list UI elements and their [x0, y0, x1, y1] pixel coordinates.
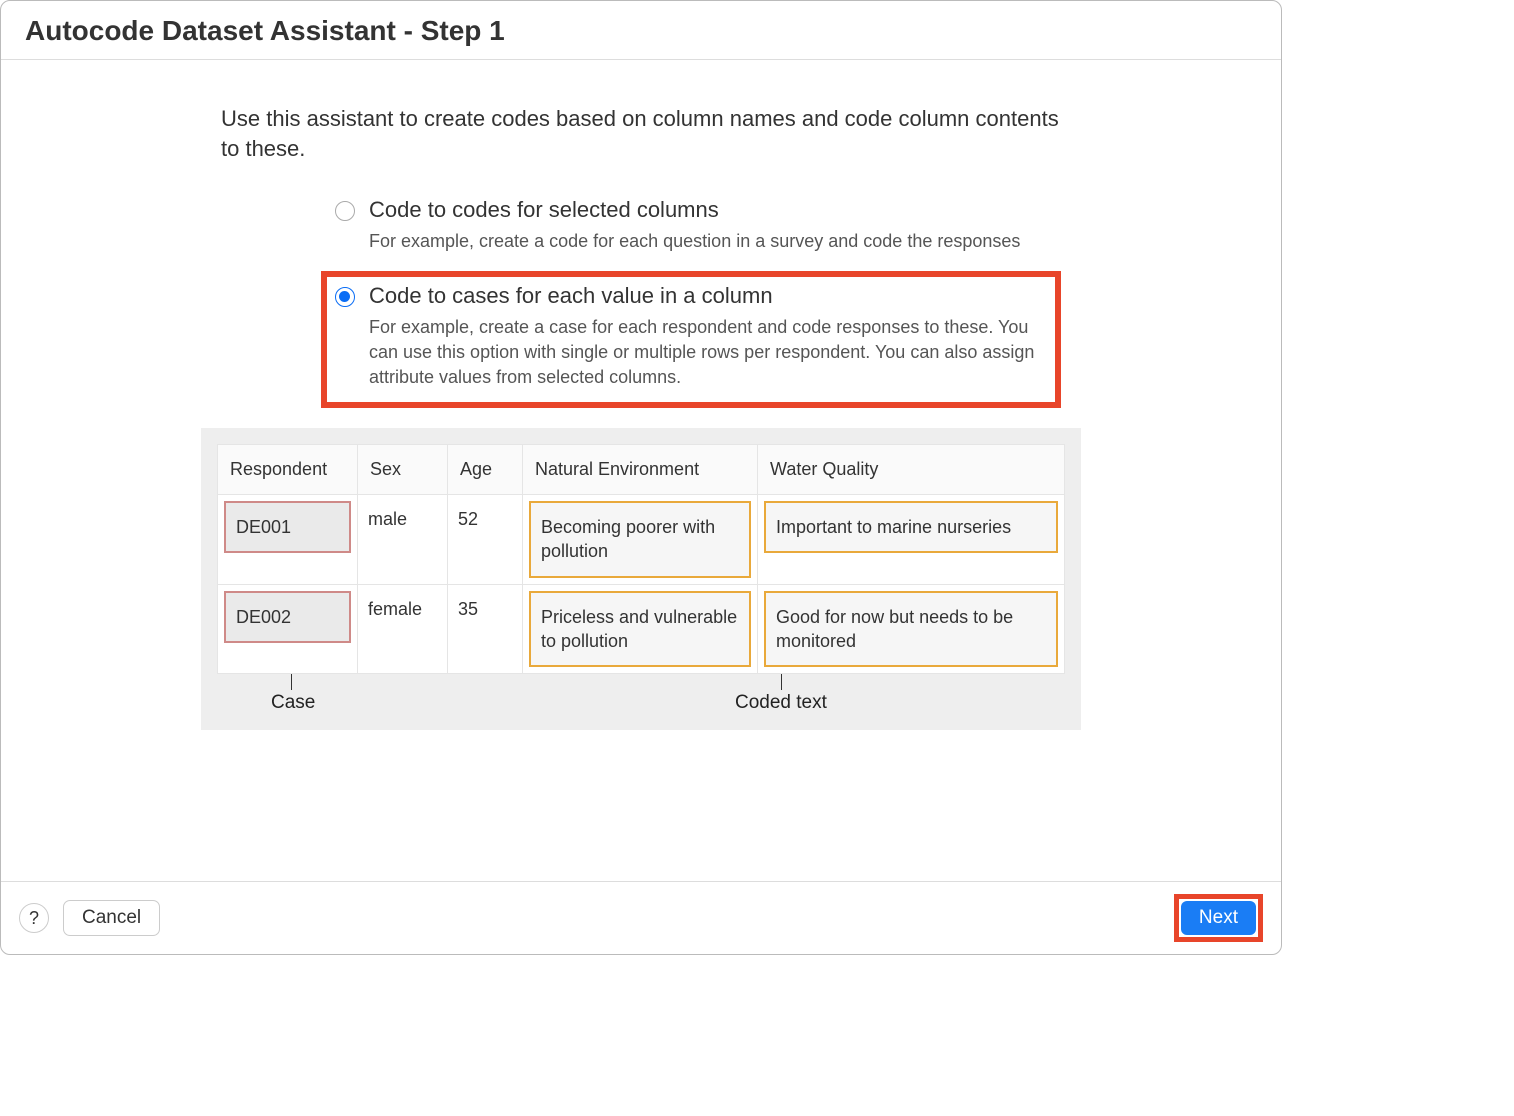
- col-water-quality: Water Quality: [758, 445, 1065, 495]
- help-button[interactable]: ?: [19, 903, 49, 933]
- tick-line-icon: [291, 674, 292, 690]
- col-age: Age: [448, 445, 523, 495]
- option-desc: For example, create a case for each resp…: [369, 317, 1034, 387]
- next-button[interactable]: Next: [1181, 901, 1256, 935]
- content-area: Use this assistant to create codes based…: [1, 60, 1281, 881]
- table-header-row: Respondent Sex Age Natural Environment W…: [218, 445, 1065, 495]
- label-coded-text: Coded text: [735, 692, 827, 714]
- dialog-window: Autocode Dataset Assistant - Step 1 Use …: [0, 0, 1282, 955]
- col-respondent: Respondent: [218, 445, 358, 495]
- cell-age: 35: [448, 584, 523, 674]
- cell-sex: male: [358, 495, 448, 585]
- col-sex: Sex: [358, 445, 448, 495]
- table-row: DE002 female 35 Priceless and vulnerable…: [218, 584, 1065, 674]
- footer: ? Cancel Next: [1, 881, 1281, 954]
- option-text: Code to codes for selected columns For e…: [369, 197, 1020, 254]
- label-case: Case: [271, 692, 315, 714]
- cancel-button[interactable]: Cancel: [63, 900, 160, 936]
- cell-water-quality: Good for now but needs to be monitored: [758, 584, 1065, 674]
- option-code-to-codes[interactable]: Code to codes for selected columns For e…: [321, 185, 1061, 270]
- example-labels: Case Coded text: [217, 674, 1065, 714]
- options-group: Code to codes for selected columns For e…: [221, 185, 1061, 408]
- cell-natural-environment: Becoming poorer with pollution: [523, 495, 758, 585]
- radio-unselected-icon[interactable]: [335, 201, 355, 221]
- help-icon: ?: [29, 908, 39, 929]
- tick-line-icon: [781, 674, 782, 690]
- example-table: Respondent Sex Age Natural Environment W…: [217, 444, 1065, 674]
- footer-left: ? Cancel: [19, 900, 160, 936]
- table-row: DE001 male 52 Becoming poorer with pollu…: [218, 495, 1065, 585]
- cell-age: 52: [448, 495, 523, 585]
- cell-natural-environment: Priceless and vulnerable to pollution: [523, 584, 758, 674]
- col-natural-environment: Natural Environment: [523, 445, 758, 495]
- titlebar: Autocode Dataset Assistant - Step 1: [1, 1, 1281, 60]
- example-panel: Respondent Sex Age Natural Environment W…: [201, 428, 1081, 730]
- cell-sex: female: [358, 584, 448, 674]
- option-desc: For example, create a code for each ques…: [369, 231, 1020, 251]
- cell-respondent: DE002: [218, 584, 358, 674]
- option-label: Code to codes for selected columns: [369, 197, 1020, 223]
- option-label: Code to cases for each value in a column: [369, 283, 1047, 309]
- intro-text: Use this assistant to create codes based…: [221, 104, 1061, 163]
- radio-selected-icon[interactable]: [335, 287, 355, 307]
- option-text: Code to cases for each value in a column…: [369, 283, 1047, 391]
- option-code-to-cases[interactable]: Code to cases for each value in a column…: [321, 271, 1061, 409]
- window-title: Autocode Dataset Assistant - Step 1: [25, 15, 1257, 47]
- cell-water-quality: Important to marine nurseries: [758, 495, 1065, 585]
- cell-respondent: DE001: [218, 495, 358, 585]
- next-highlight: Next: [1174, 894, 1263, 942]
